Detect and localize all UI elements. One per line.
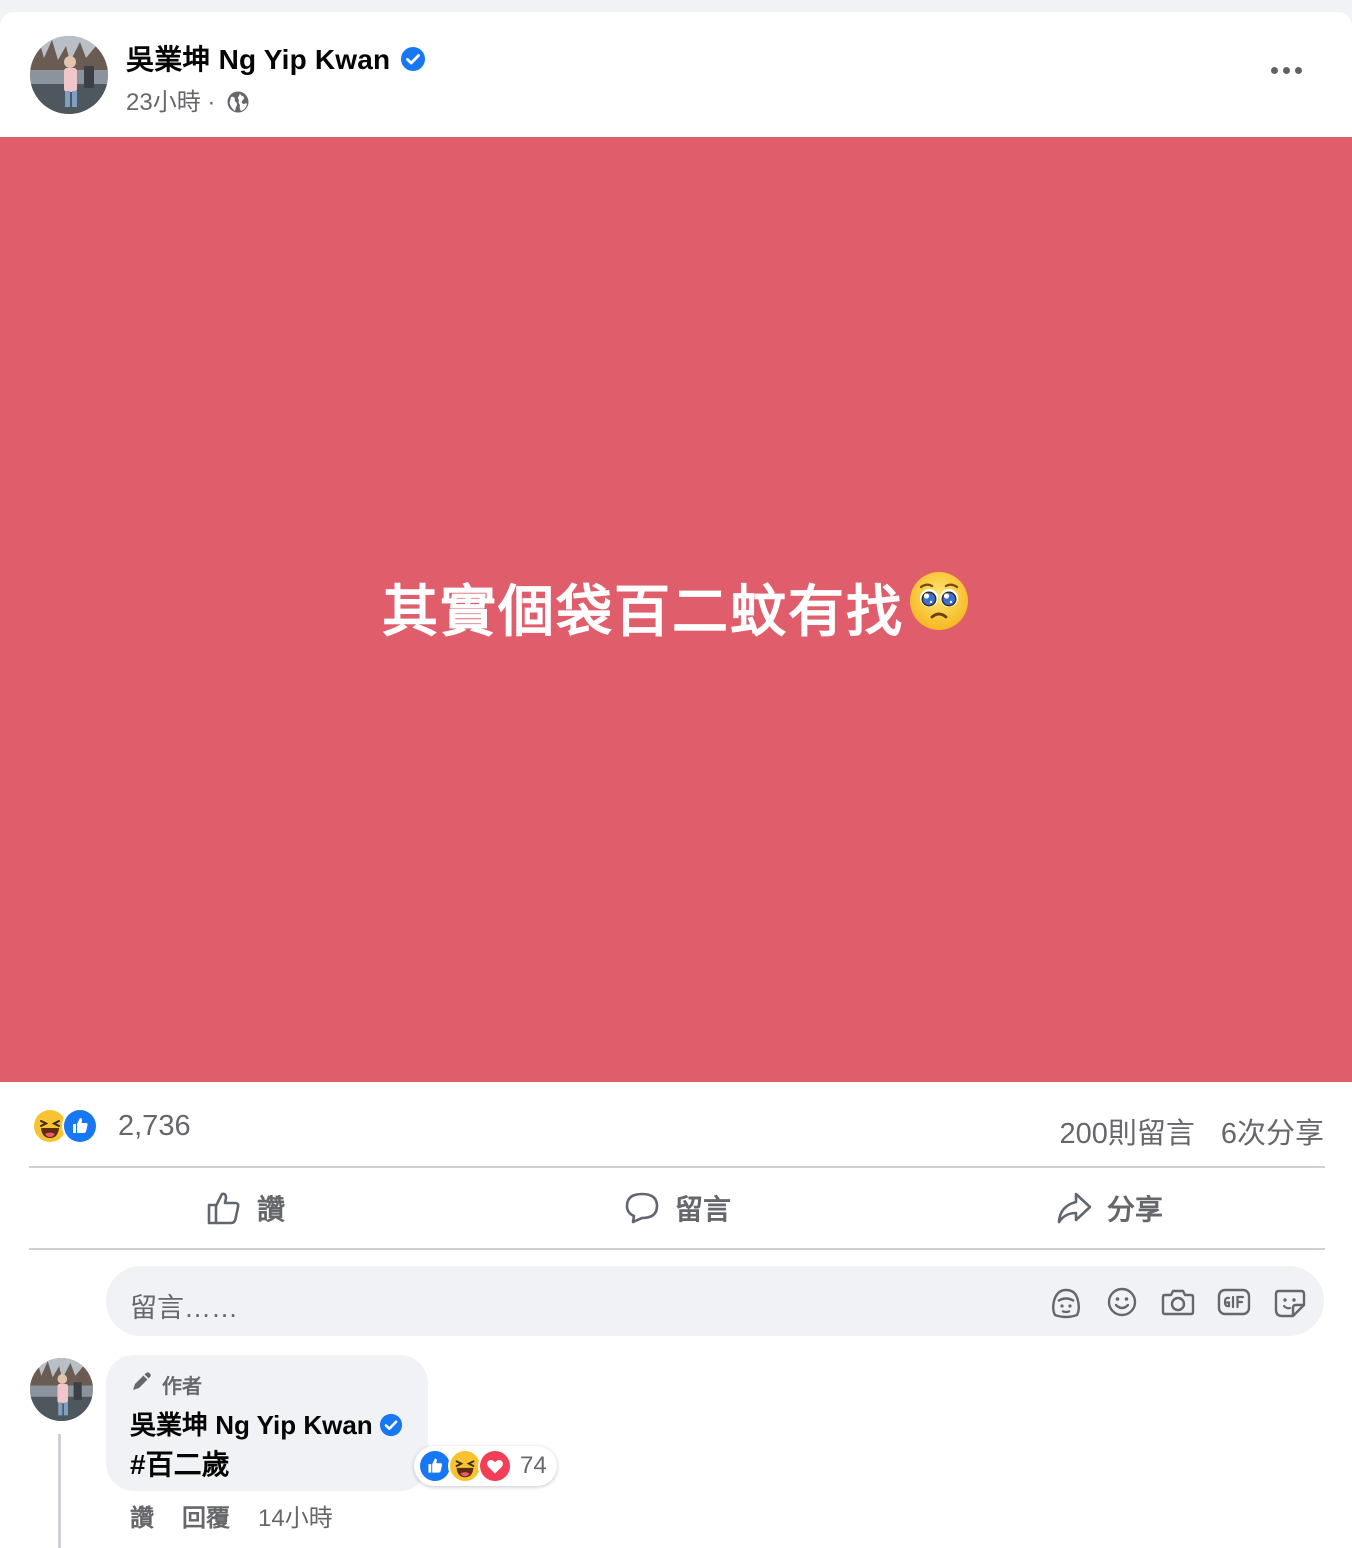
comment-text[interactable]: #百二歲 [130,1443,230,1483]
share-arrow-icon [1055,1189,1093,1227]
comment-input-tools [1048,1285,1308,1319]
comment-actions: 讚 回覆 14小時 [130,1498,333,1533]
reaction-summary-icons[interactable] [32,1108,98,1144]
post-meta: 23小時 · [126,82,250,121]
post-author-link[interactable]: 吳業坤 Ng Yip Kwan [126,44,390,75]
post-card: 吳業坤 Ng Yip Kwan 23小時 · 其實個袋百二蚊有找 2,736 2… [0,12,1352,1548]
more-options-button[interactable] [1266,56,1306,84]
comment-timestamp[interactable]: 14小時 [258,1505,333,1532]
comment-author-link[interactable]: 吳業坤 Ng Yip Kwan [130,1410,373,1440]
reply-thread-line [58,1434,61,1548]
post-action-bar: 讚 留言 分享 [29,1168,1325,1248]
divider [29,1248,1325,1250]
comment-button[interactable]: 留言 [461,1168,893,1248]
comment-input[interactable]: 留言…… [106,1266,1324,1336]
comment-bubble: 作者 吳業坤 Ng Yip Kwan #百二歲 [106,1355,428,1491]
comment-reactions[interactable]: 74 [414,1446,557,1486]
more-dot [1282,66,1290,74]
pleading-face-emoji [908,570,970,645]
post-text-background[interactable]: 其實個袋百二蚊有找 [0,137,1352,1082]
post-timestamp[interactable]: 23小時 [126,89,201,116]
post-text: 其實個袋百二蚊有找 [382,567,970,648]
like-button-label: 讚 [256,1194,285,1225]
share-count[interactable]: 6次分享 [1221,1118,1324,1150]
post-text-content: 其實個袋百二蚊有找 [382,580,904,643]
verified-badge-icon [379,1413,403,1444]
author-avatar[interactable] [30,36,108,114]
meta-separator: · [207,89,216,116]
like-icon [62,1108,98,1144]
commenter-avatar[interactable] [30,1358,93,1421]
sticker-icon[interactable] [1272,1285,1308,1319]
author-badge: 作者 [130,1369,202,1399]
more-dot [1270,66,1278,74]
like-icon [418,1449,452,1483]
pencil-icon [130,1369,154,1399]
share-button[interactable]: 分享 [893,1168,1325,1248]
share-button-label: 分享 [1106,1194,1163,1225]
haha-icon [448,1449,482,1483]
comment-button-label: 留言 [674,1194,731,1225]
camera-icon[interactable] [1160,1285,1196,1319]
verified-badge-icon [400,46,426,79]
thumbs-up-icon [205,1189,243,1227]
avatar-sticker-icon[interactable] [1048,1285,1084,1319]
comment-author-name[interactable]: 吳業坤 Ng Yip Kwan [130,1405,403,1444]
comment-reaction-count: 74 [520,1452,547,1479]
comment-bubble-icon [623,1189,661,1227]
comment-like-link[interactable]: 讚 [130,1505,154,1532]
comment-count[interactable]: 200則留言 [1059,1118,1194,1150]
author-badge-label: 作者 [162,1375,202,1398]
reaction-count[interactable]: 2,736 [118,1110,191,1143]
comment-input-placeholder[interactable]: 留言…… [130,1286,238,1325]
post-header: 吳業坤 Ng Yip Kwan 23小時 · [0,12,1352,137]
post-author-name[interactable]: 吳業坤 Ng Yip Kwan [126,38,426,79]
like-button[interactable]: 讚 [29,1168,461,1248]
gif-icon[interactable] [1216,1285,1252,1319]
globe-icon[interactable] [226,90,250,121]
post-stats: 2,736 200則留言 6次分享 [0,1082,1352,1166]
more-dot [1294,66,1302,74]
love-icon [478,1449,512,1483]
comments-shares-summary: 200則留言 6次分享 [1059,1110,1324,1152]
emoji-icon[interactable] [1104,1285,1140,1319]
comment-reply-link[interactable]: 回覆 [182,1505,230,1532]
